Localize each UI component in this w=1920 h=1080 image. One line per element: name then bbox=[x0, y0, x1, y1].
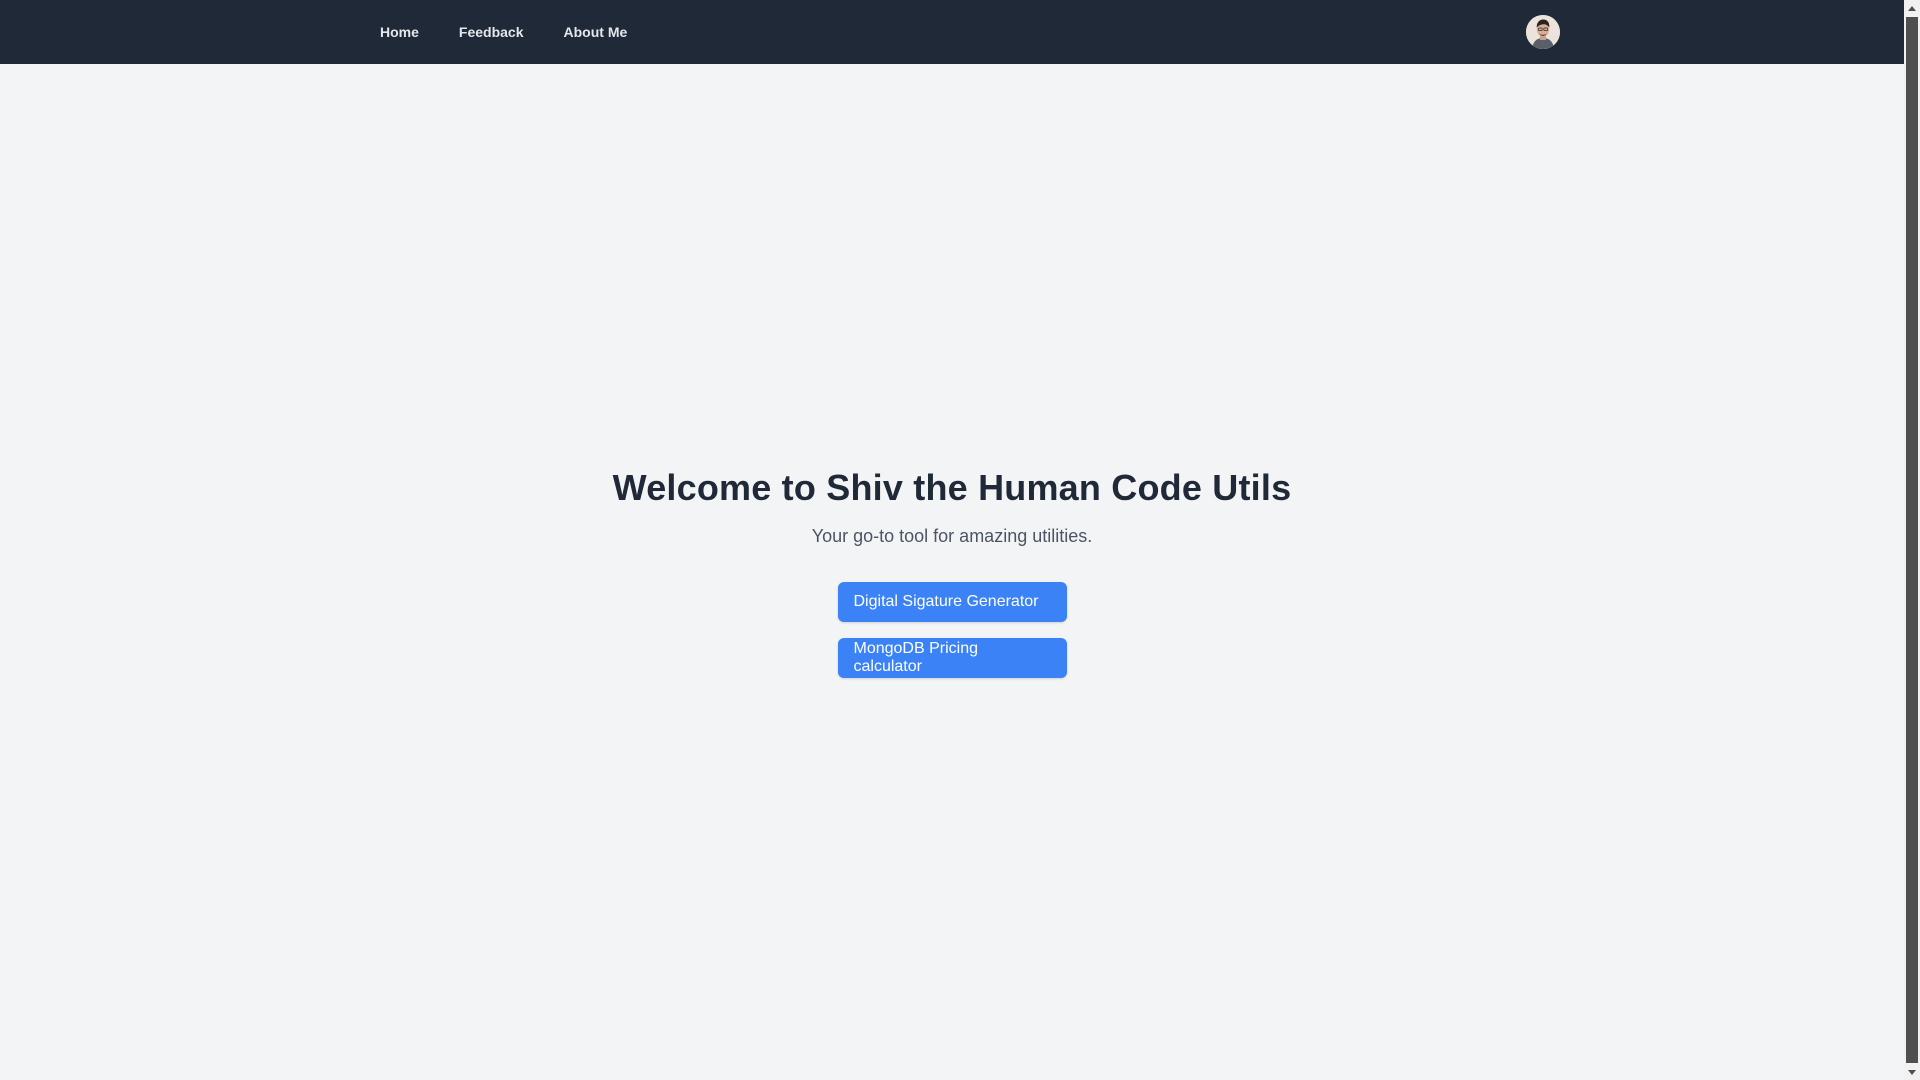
nav-link-feedback[interactable]: Feedback bbox=[443, 16, 540, 48]
nav-link-home[interactable]: Home bbox=[364, 16, 435, 48]
nav-link-about-me[interactable]: About Me bbox=[548, 16, 644, 48]
scrollbar-thumb[interactable] bbox=[1906, 17, 1918, 1063]
scroll-up-arrow-icon[interactable] bbox=[1904, 0, 1920, 16]
scroll-down-arrow-icon[interactable] bbox=[1904, 1064, 1920, 1080]
avatar-icon bbox=[1526, 15, 1560, 49]
utility-buttons: Digital Sigature Generator MongoDB Prici… bbox=[837, 582, 1067, 678]
mongodb-pricing-calculator-button[interactable]: MongoDB Pricing calculator bbox=[837, 638, 1067, 678]
page-subtitle: Your go-to tool for amazing utilities. bbox=[811, 526, 1093, 546]
digital-signature-generator-button[interactable]: Digital Sigature Generator bbox=[837, 582, 1067, 622]
nav-links: Home Feedback About Me bbox=[364, 0, 651, 64]
top-navbar: Home Feedback About Me bbox=[0, 0, 1904, 64]
page: Home Feedback About Me Welcome to Shiv t… bbox=[0, 0, 1920, 1080]
vertical-scrollbar[interactable] bbox=[1904, 0, 1920, 1080]
page-title: Welcome to Shiv the Human Code Utils bbox=[612, 467, 1292, 508]
hero-section: Welcome to Shiv the Human Code Utils You… bbox=[0, 64, 1904, 1080]
user-avatar[interactable] bbox=[1526, 15, 1560, 49]
